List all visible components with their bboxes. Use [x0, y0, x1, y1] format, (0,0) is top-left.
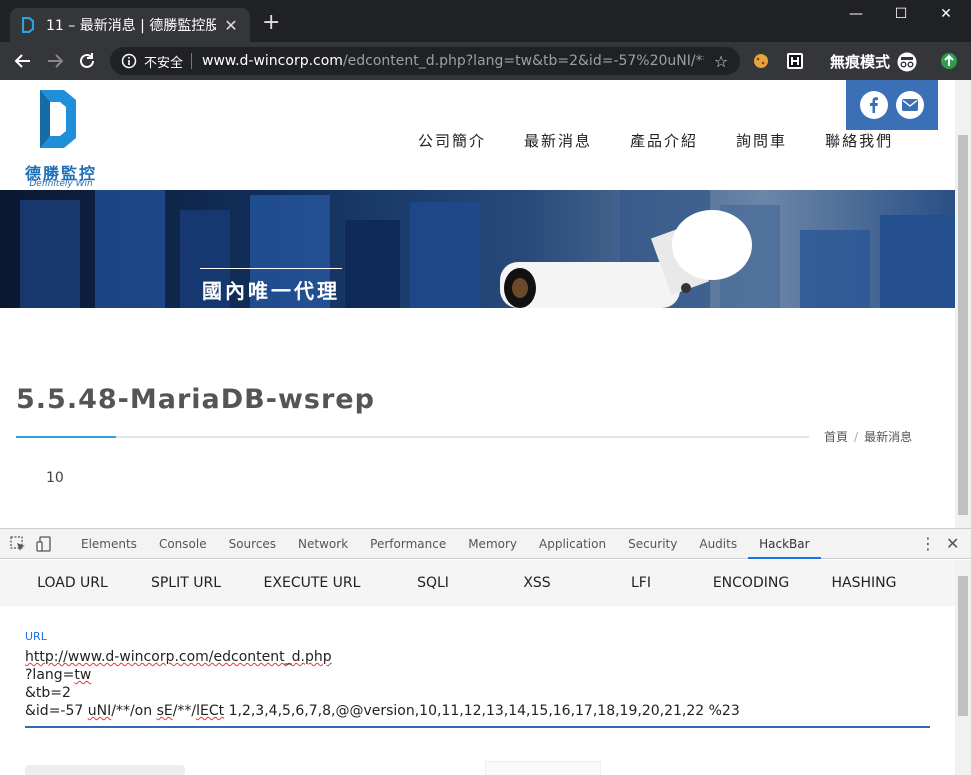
devtools-tab-audits[interactable]: Audits [688, 529, 748, 559]
url-field-label: URL [25, 630, 47, 643]
title-divider-accent [16, 436, 116, 438]
url-line-4: &id=-57 uNI/**/on sE/**/lECt 1,2,3,4,5,6… [25, 703, 740, 719]
site-favicon-icon [20, 17, 36, 33]
devtools-tab-performance[interactable]: Performance [359, 529, 457, 559]
url-textarea[interactable]: http://www.d-wincorp.com/edcontent_d.php… [25, 648, 930, 728]
url-line-2: ?lang=tw [25, 667, 92, 683]
devtools-tab-sources[interactable]: Sources [218, 529, 287, 559]
devtools-more-icon[interactable]: ⋮ [920, 534, 936, 553]
incognito-label: 無痕模式 [830, 53, 891, 71]
device-toolbar-icon[interactable] [36, 536, 52, 552]
devtools-close-icon[interactable]: ✕ [946, 534, 959, 553]
browser-toolbar: 不安全 www.d-wincorp.com/edcontent_d.php?la… [0, 42, 971, 80]
article-body: 10 [46, 470, 64, 486]
execute-url-button[interactable]: EXECUTE URL [227, 575, 397, 591]
social-bar [846, 80, 938, 130]
browser-tabstrip: 11 – 最新消息 | 德勝監控股 ✕ + — ☐ ✕ [0, 0, 971, 42]
window-close-icon[interactable]: ✕ [926, 6, 966, 22]
devtools-tab-elements[interactable]: Elements [70, 529, 148, 559]
forward-icon[interactable] [44, 50, 66, 72]
address-bar[interactable]: 不安全 www.d-wincorp.com/edcontent_d.php?la… [110, 47, 740, 75]
title-divider [16, 436, 809, 438]
tab-title: 11 – 最新消息 | 德勝監控股 [46, 18, 216, 34]
nav-contact[interactable]: 聯絡我們 [825, 130, 893, 151]
banner-image [20, 190, 955, 308]
lfi-button[interactable]: LFI [605, 575, 677, 591]
devtools-tab-network[interactable]: Network [287, 529, 359, 559]
xss-button[interactable]: XSS [469, 575, 605, 591]
extension-cookie-icon[interactable] [752, 52, 770, 70]
reload-icon[interactable] [76, 50, 98, 72]
load-url-button[interactable]: LOAD URL [0, 575, 145, 591]
post-data-toggle[interactable] [25, 765, 185, 775]
browser-tab[interactable]: 11 – 最新消息 | 德勝監控股 ✕ [10, 8, 250, 42]
back-icon[interactable] [12, 50, 34, 72]
hackbar-menu: LOAD URL SPLIT URL EXECUTE URL SQLI XSS … [0, 560, 955, 606]
update-icon[interactable] [940, 52, 958, 70]
incognito-indicator[interactable]: 無痕模式 [830, 51, 918, 72]
url-line-1: http://www.d-wincorp.com/edcontent_d.php [25, 649, 332, 665]
devtools-tab-memory[interactable]: Memory [457, 529, 528, 559]
devtools-tab-application[interactable]: Application [528, 529, 617, 559]
main-navigation: 公司簡介 最新消息 產品介紹 詢問車 聯絡我們 [418, 130, 931, 151]
bookmark-star-icon[interactable]: ☆ [712, 52, 730, 71]
info-icon[interactable] [120, 52, 138, 70]
encoding-button[interactable]: ENCODING [677, 575, 825, 591]
email-icon[interactable] [896, 91, 924, 119]
page-viewport: 德勝監控 Definitely Win 公司簡介 最新消息 產品介紹 詢問車 聯… [0, 80, 955, 528]
banner-caption: 國內唯一代理 [200, 268, 342, 308]
url-line-3: &tb=2 [25, 685, 71, 701]
sqli-button[interactable]: SQLI [397, 575, 469, 591]
logo-english-name: Definitely Win [29, 179, 93, 189]
address-url[interactable]: www.d-wincorp.com/edcontent_d.php?lang=t… [202, 53, 704, 69]
devtools-tab-hackbar[interactable]: HackBar [748, 529, 821, 559]
extension-hackbar-icon[interactable] [786, 52, 804, 70]
facebook-icon[interactable] [860, 91, 888, 119]
hero-banner: 國內唯一代理 [0, 190, 955, 308]
devtools-panel: Elements Console Sources Network Perform… [0, 528, 971, 775]
split-url-button[interactable]: SPLIT URL [145, 575, 227, 591]
logo-mark-icon [38, 88, 78, 150]
new-tab-icon[interactable]: + [262, 12, 280, 34]
minimize-icon[interactable]: — [836, 6, 876, 22]
page-scrollbar-thumb[interactable] [958, 135, 968, 515]
nav-about[interactable]: 公司簡介 [418, 130, 486, 151]
incognito-icon [896, 52, 918, 72]
breadcrumb: 首頁 / 最新消息 [824, 428, 912, 445]
hackbar-scrollbar[interactable] [955, 560, 971, 775]
security-status: 不安全 [144, 55, 184, 71]
devtools-tab-console[interactable]: Console [148, 529, 218, 559]
cut-off-control[interactable] [485, 761, 601, 775]
nav-news[interactable]: 最新消息 [524, 130, 592, 151]
maximize-icon[interactable]: ☐ [881, 6, 921, 22]
hackbar-scrollbar-thumb[interactable] [958, 576, 968, 716]
address-divider [191, 53, 193, 69]
breadcrumb-home[interactable]: 首頁 [824, 430, 848, 444]
tab-close-icon[interactable]: ✕ [222, 16, 240, 35]
site-logo[interactable]: 德勝監控 Definitely Win [16, 88, 106, 189]
devtools-tabs: Elements Console Sources Network Perform… [70, 529, 821, 559]
page-title: 5.5.48-MariaDB-wsrep [16, 384, 375, 415]
devtools-tabbar: Elements Console Sources Network Perform… [0, 529, 971, 559]
hashing-button[interactable]: HASHING [825, 575, 903, 591]
inspect-element-icon[interactable] [10, 536, 26, 552]
devtools-tab-security[interactable]: Security [617, 529, 688, 559]
page-scrollbar[interactable] [955, 80, 971, 528]
breadcrumb-current[interactable]: 最新消息 [864, 430, 912, 444]
breadcrumb-separator: / [854, 430, 859, 444]
nav-inquiry-cart[interactable]: 詢問車 [736, 130, 787, 151]
nav-products[interactable]: 產品介紹 [630, 130, 698, 151]
